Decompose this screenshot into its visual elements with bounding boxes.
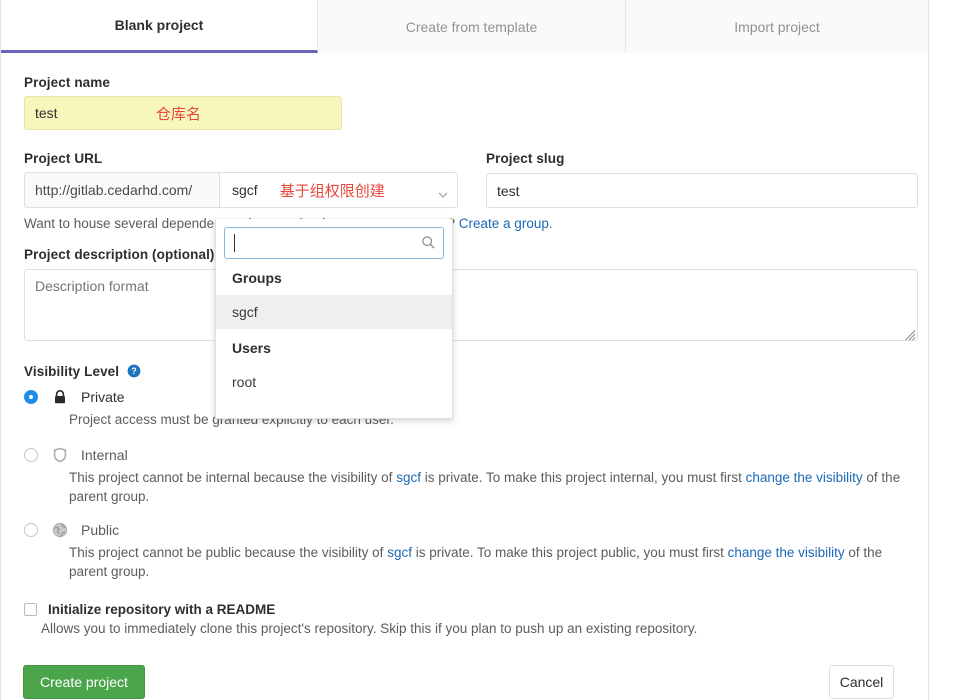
search-icon[interactable] [421,235,436,250]
project-slug-input[interactable]: test [486,173,918,208]
project-slug-value: test [497,182,520,199]
namespace-annotation: 基于组权限创建 [279,181,385,200]
visibility-public-desc-part1: This project cannot be public because th… [69,545,388,560]
visibility-private-description: Project access must be granted explicitl… [69,412,394,427]
readme-description: Allows you to immediately clone this pro… [41,621,698,636]
tab-create-from-template-label: Create from template [405,18,538,35]
project-description-label: Project description (optional) [24,247,215,262]
namespace-search-wrap [224,227,444,259]
chevron-down-icon [438,187,448,198]
cancel-label: Cancel [839,674,884,690]
project-type-tabs: Blank project Create from template Impor… [1,0,928,53]
visibility-private-head: Private [24,387,904,407]
visibility-internal-desc-part2: is private. To make this project interna… [420,470,746,485]
readme-label: Initialize repository with a README [48,602,276,617]
project-description-textarea[interactable] [24,269,918,341]
radio-internal[interactable] [24,448,38,462]
radio-private[interactable] [24,390,38,404]
namespace-item-sgcf[interactable]: sgcf [216,295,452,329]
project-slug-label: Project slug [486,151,565,166]
globe-icon [52,522,68,538]
visibility-option-internal[interactable]: Internal This project cannot be internal… [24,445,904,506]
visibility-internal-head: Internal [24,445,904,465]
new-project-page: Blank project Create from template Impor… [0,0,960,700]
visibility-private-name: Private [81,389,125,405]
create-project-label: Create project [40,674,128,690]
project-name-annotation: 仓库名 [156,105,202,123]
visibility-public-head: Public [24,520,904,540]
readme-checkbox[interactable] [24,603,37,616]
visibility-option-private[interactable]: Private Project access must be granted e… [24,387,904,429]
namespace-search-input[interactable] [224,227,444,259]
new-project-form: Project name test 仓库名 Project URL http:/… [1,53,928,700]
create-project-button[interactable]: Create project [23,665,145,699]
namespace-item-root[interactable]: root [216,365,452,399]
project-url-prefix-text: http://gitlab.cedarhd.com/ [35,182,193,198]
visibility-internal-name: Internal [81,447,128,463]
readme-head: Initialize repository with a README [24,602,904,617]
create-a-group-link[interactable]: Create a group. [459,216,553,231]
project-url-label: Project URL [24,151,103,166]
visibility-internal-desc-part1: This project cannot be internal because … [69,470,397,485]
tab-create-from-template[interactable]: Create from template [318,0,626,53]
page-right-border [928,0,929,700]
project-url-prefix: http://gitlab.cedarhd.com/ [24,172,219,208]
visibility-public-change-link[interactable]: change the visibility [728,545,845,560]
namespace-select[interactable]: sgcf 基于组权限创建 [219,172,458,208]
namespace-selected-value: sgcf [232,182,258,198]
text-cursor [234,234,235,252]
visibility-public-description: This project cannot be public because th… [69,543,904,581]
shield-icon [52,447,68,463]
tab-import-project[interactable]: Import project [626,0,928,53]
svg-text:?: ? [131,366,136,376]
visibility-level-label: Visibility Level [24,364,120,379]
visibility-public-group-link[interactable]: sgcf [387,545,412,560]
visibility-public-name: Public [81,522,120,538]
visibility-public-desc-part2: is private. To make this project public,… [411,545,728,560]
visibility-option-public[interactable]: Public This project cannot be public bec… [24,520,904,581]
visibility-internal-change-link[interactable]: change the visibility [746,470,863,485]
namespace-section-header-users: Users [232,340,271,356]
visibility-internal-group-link[interactable]: sgcf [396,470,421,485]
visibility-internal-description: This project cannot be internal because … [69,468,904,506]
project-name-value: test [35,105,58,121]
project-name-label: Project name [24,75,110,90]
tab-import-project-label: Import project [734,18,820,35]
namespace-dropdown-panel: Groups sgcf Users root [215,219,453,419]
lock-icon [52,389,68,405]
cancel-button[interactable]: Cancel [829,665,894,699]
radio-public[interactable] [24,523,38,537]
tab-blank-project[interactable]: Blank project [1,0,318,53]
readme-option: Initialize repository with a README Allo… [24,602,904,636]
namespace-section-header-groups: Groups [232,270,282,286]
project-url-group: http://gitlab.cedarhd.com/ sgcf 基于组权限创建 [24,172,458,208]
question-circle-icon[interactable]: ? [127,364,141,378]
tab-blank-project-label: Blank project [114,17,204,33]
